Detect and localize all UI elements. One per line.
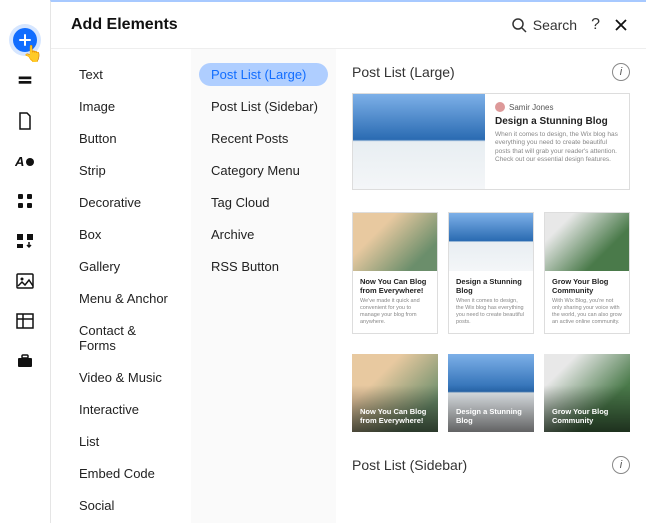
- post-thumb: [353, 213, 437, 271]
- post-title: Now You Can Blog from Everywhere!: [352, 400, 438, 432]
- info-button[interactable]: i: [612, 63, 630, 81]
- category-item[interactable]: Social: [69, 494, 183, 517]
- post-desc: When it comes to design, the Wix blog ha…: [456, 298, 526, 327]
- post-title: Grow Your Blog Community: [552, 277, 622, 295]
- pointer-cursor-icon: 👆: [23, 44, 43, 64]
- post-thumb: [449, 213, 533, 271]
- category-item[interactable]: Menu & Anchor: [69, 287, 183, 310]
- section-header-sidebar: Post List (Sidebar) i: [352, 456, 630, 474]
- data-icon[interactable]: [14, 310, 36, 332]
- business-icon[interactable]: [14, 350, 36, 372]
- post-author: Samir Jones: [495, 102, 619, 112]
- preview-pane[interactable]: Post List (Large) i Samir Jones Design a…: [336, 49, 646, 523]
- subcategory-item[interactable]: Post List (Sidebar): [199, 95, 328, 118]
- post-title: Design a Stunning Blog: [448, 400, 534, 432]
- post-list-overlay-row: Now You Can Blog from Everywhere! Design…: [352, 354, 630, 432]
- page-icon[interactable]: [14, 110, 36, 132]
- post-card-preview[interactable]: Grow Your Blog Community With Wix Blog, …: [544, 212, 630, 334]
- left-rail: 👆 A: [0, 0, 50, 523]
- section-header-large: Post List (Large) i: [352, 63, 630, 81]
- add-elements-panel: Add Elements Search ? Text Image Button Str…: [50, 0, 646, 523]
- category-item[interactable]: Gallery: [69, 255, 183, 278]
- category-item[interactable]: Strip: [69, 159, 183, 182]
- post-list-cards-row: Now You Can Blog from Everywhere! We've …: [352, 212, 630, 334]
- post-title: Grow Your Blog Community: [544, 400, 630, 432]
- close-icon: [614, 18, 628, 32]
- category-item[interactable]: Video & Music: [69, 366, 183, 389]
- category-item[interactable]: Interactive: [69, 398, 183, 421]
- subcategory-item[interactable]: Category Menu: [199, 159, 328, 182]
- subcategory-list: Post List (Large) Post List (Sidebar) Rece…: [191, 49, 336, 523]
- post-card-preview[interactable]: Now You Can Blog from Everywhere! We've …: [352, 212, 438, 334]
- category-item[interactable]: Box: [69, 223, 183, 246]
- post-title: Design a Stunning Blog: [495, 116, 619, 127]
- post-list-large-preview[interactable]: Samir Jones Design a Stunning Blog When …: [352, 93, 630, 190]
- theme-icon[interactable]: A: [14, 150, 36, 172]
- category-item[interactable]: Image: [69, 95, 183, 118]
- section-label: Post List (Sidebar): [352, 457, 467, 473]
- add-elements-button[interactable]: 👆: [13, 28, 37, 52]
- post-thumb: [545, 213, 629, 271]
- media-icon[interactable]: [14, 270, 36, 292]
- svg-text:A: A: [15, 154, 24, 169]
- post-title: Design a Stunning Blog: [456, 277, 526, 295]
- post-overlay-preview[interactable]: Now You Can Blog from Everywhere!: [352, 354, 438, 432]
- help-button[interactable]: ?: [591, 16, 600, 34]
- search-button[interactable]: Search: [511, 17, 577, 33]
- subcategory-item[interactable]: Recent Posts: [199, 127, 328, 150]
- post-card-preview[interactable]: Design a Stunning Blog When it comes to …: [448, 212, 534, 334]
- category-item[interactable]: Embed Code: [69, 462, 183, 485]
- subcategory-item[interactable]: Tag Cloud: [199, 191, 328, 214]
- category-item[interactable]: Button: [69, 127, 183, 150]
- subcategory-item[interactable]: Post List (Large): [199, 63, 328, 86]
- info-button[interactable]: i: [612, 456, 630, 474]
- panel-title: Add Elements: [71, 16, 178, 34]
- post-thumb: [353, 94, 485, 189]
- layers-icon[interactable]: [14, 70, 36, 92]
- close-button[interactable]: [614, 18, 628, 32]
- search-icon: [511, 17, 527, 33]
- category-item[interactable]: Text: [69, 63, 183, 86]
- category-item[interactable]: Decorative: [69, 191, 183, 214]
- search-label: Search: [533, 17, 577, 33]
- panel-header: Add Elements Search ?: [51, 2, 646, 49]
- post-desc: We've made it quick and convenient for y…: [360, 298, 430, 327]
- category-list: Text Image Button Strip Decorative Box Gallery…: [51, 49, 191, 523]
- post-desc: When it comes to design, the Wix blog ha…: [495, 131, 619, 165]
- category-item[interactable]: Contact & Forms: [69, 319, 183, 357]
- post-title: Now You Can Blog from Everywhere!: [360, 277, 430, 295]
- post-desc: With Wix Blog, you're not only sharing y…: [552, 298, 622, 327]
- apps-icon[interactable]: [14, 190, 36, 212]
- avatar-icon: [495, 102, 505, 112]
- category-item[interactable]: List: [69, 430, 183, 453]
- post-overlay-preview[interactable]: Grow Your Blog Community: [544, 354, 630, 432]
- subcategory-item[interactable]: RSS Button: [199, 255, 328, 278]
- section-label: Post List (Large): [352, 64, 455, 80]
- subcategory-item[interactable]: Archive: [199, 223, 328, 246]
- dev-icon[interactable]: [14, 230, 36, 252]
- post-overlay-preview[interactable]: Design a Stunning Blog: [448, 354, 534, 432]
